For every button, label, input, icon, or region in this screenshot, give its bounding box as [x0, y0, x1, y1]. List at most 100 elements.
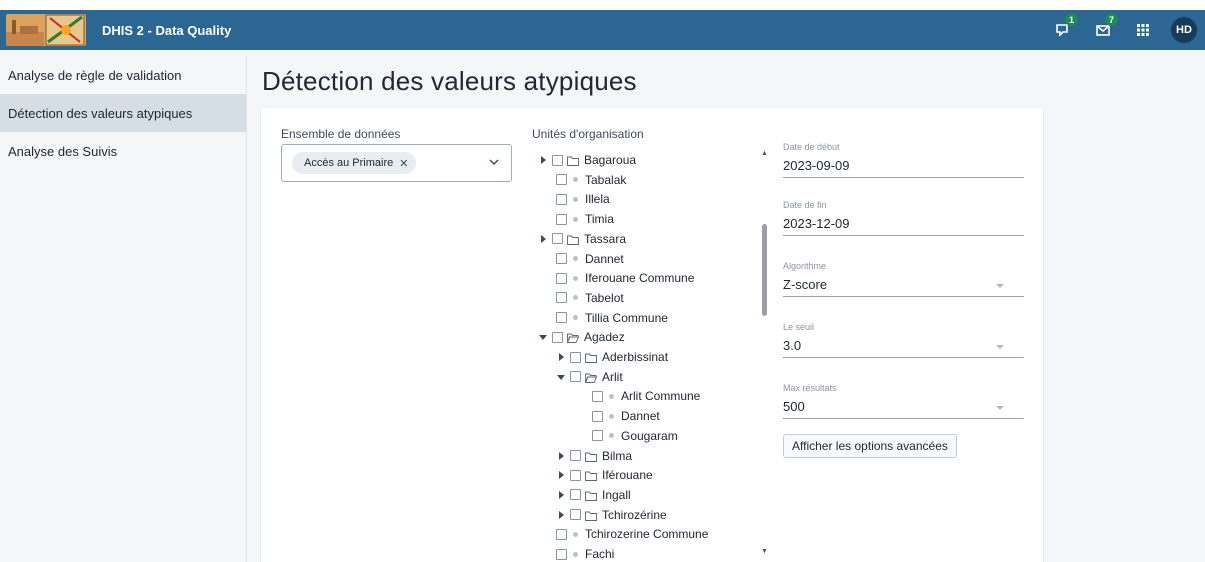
tree-item-checkbox[interactable]	[556, 272, 567, 284]
tree-item-checkbox[interactable]	[570, 450, 581, 461]
leaf-dot-icon	[573, 551, 578, 557]
tree-item-checkbox[interactable]	[570, 351, 581, 363]
tree-item-label: Timia	[585, 212, 614, 227]
tree-item-checkbox[interactable]	[552, 331, 563, 343]
app-logo[interactable]	[6, 14, 86, 46]
tree-item-checkbox[interactable]	[556, 312, 567, 324]
tree-item-checkbox[interactable]	[570, 469, 581, 481]
tree-item[interactable]: Tabelot	[556, 288, 624, 308]
tree-item-checkbox[interactable]	[592, 430, 603, 442]
tree-item-checkbox[interactable]	[556, 292, 567, 304]
tree-item[interactable]: Tchirozerine Commune	[556, 524, 708, 544]
tree-scrollbar[interactable]	[759, 148, 769, 558]
tree-item[interactable]: Tillia Commune	[556, 308, 668, 328]
leaf-dot-icon	[609, 393, 614, 399]
tree-item-checkbox[interactable]	[556, 548, 567, 560]
tree-item-checkbox[interactable]	[556, 253, 567, 264]
leaf-dot-icon	[573, 177, 578, 183]
sidebar-item-validation-rule-analysis[interactable]: Analyse de règle de validation	[0, 56, 246, 94]
user-avatar[interactable]: HD	[1171, 17, 1197, 43]
folder-icon	[567, 234, 579, 245]
leaf-dot-icon	[573, 256, 578, 261]
tree-item-checkbox[interactable]	[570, 489, 581, 501]
apps-menu-button[interactable]	[1123, 10, 1163, 50]
dataset-chip-label: Accès au Primaire	[304, 157, 394, 169]
tree-item[interactable]: Iferouane Commune	[556, 268, 694, 288]
tree-item-label: Tchirozérine	[602, 507, 667, 522]
interpretations-button[interactable]: 1	[1043, 10, 1083, 50]
tree-item[interactable]: Tassara	[538, 229, 626, 249]
tree-item-checkbox[interactable]	[592, 410, 603, 422]
tree-item-checkbox[interactable]	[556, 193, 567, 205]
tree-item-checkbox[interactable]	[552, 154, 563, 166]
tree-item-checkbox[interactable]	[592, 390, 603, 402]
caret-right-icon[interactable]	[556, 352, 566, 362]
tree-item[interactable]: Tabalak	[556, 170, 626, 190]
messages-badge: 7	[1105, 13, 1118, 26]
scrollbar-thumb[interactable]	[762, 224, 767, 316]
dropdown-arrow-icon	[996, 284, 1004, 288]
tree-item-label: Ingall	[602, 487, 631, 502]
threshold-select[interactable]: Le seuil 3.0	[783, 322, 1024, 358]
caret-right-icon[interactable]	[556, 510, 566, 520]
tree-item-label: Dannet	[621, 409, 660, 424]
end-date-field[interactable]: Date de fin 2023-12-09	[783, 200, 1024, 236]
tree-item[interactable]: Bilma	[556, 446, 632, 466]
page-title: Détection des valeurs atypiques	[262, 66, 637, 96]
caret-down-icon[interactable]	[556, 372, 566, 382]
dataset-select[interactable]: Accès au Primaire ✕	[281, 144, 512, 182]
chevron-down-icon	[489, 159, 499, 166]
tree-item-checkbox[interactable]	[556, 174, 567, 186]
scroll-up-icon[interactable]: ▲	[761, 150, 768, 157]
caret-down-icon[interactable]	[538, 332, 548, 342]
caret-right-icon[interactable]	[556, 490, 566, 500]
dropdown-arrow-icon	[996, 406, 1004, 410]
tree-item[interactable]: Iférouane	[556, 465, 653, 485]
caret-right-icon[interactable]	[538, 234, 548, 244]
leaf-dot-icon	[609, 413, 614, 419]
folder-icon	[585, 490, 597, 501]
tree-item[interactable]: Illela	[556, 189, 610, 209]
tree-item[interactable]: Timia	[556, 209, 614, 229]
tree-item-checkbox[interactable]	[570, 509, 581, 521]
leaf-dot-icon	[573, 216, 578, 222]
dropdown-arrow-icon	[996, 345, 1004, 349]
tree-item[interactable]: Gougaram	[592, 426, 678, 446]
end-date-label: Date de fin	[783, 200, 827, 210]
tree-item[interactable]: Agadez	[538, 327, 625, 347]
tree-item[interactable]: Ingall	[556, 485, 631, 505]
tree-item-checkbox[interactable]	[556, 213, 567, 225]
tree-item-checkbox[interactable]	[552, 233, 563, 245]
tree-item-label: Arlit Commune	[621, 389, 701, 404]
tree-item[interactable]: Arlit	[556, 367, 623, 387]
tree-item[interactable]: Aderbissinat	[556, 347, 668, 367]
messages-button[interactable]: 7	[1083, 10, 1123, 50]
tree-item-label: Iferouane Commune	[585, 271, 695, 286]
tree-item[interactable]: Fachi	[556, 544, 614, 562]
tree-item-checkbox[interactable]	[556, 528, 567, 540]
tree-item[interactable]: Tchirozérine	[556, 505, 667, 525]
caret-right-icon[interactable]	[556, 470, 566, 480]
caret-right-icon[interactable]	[556, 451, 566, 461]
sidebar-item-follow-up-analysis[interactable]: Analyse des Suivis	[0, 132, 246, 170]
algorithm-select[interactable]: Algorithme Z-score	[783, 261, 1024, 297]
max-results-label: Max résultats	[783, 383, 837, 393]
tree-item[interactable]: Dannet	[592, 406, 660, 426]
folder-open-icon	[566, 332, 580, 344]
algorithm-value: Z-score	[783, 277, 828, 292]
remove-chip-icon[interactable]: ✕	[399, 157, 408, 170]
sidebar-item-outlier-detection[interactable]: Détection des valeurs atypiques	[0, 94, 246, 132]
folder-icon	[585, 352, 597, 363]
show-advanced-options-button[interactable]: Afficher les options avancées	[783, 434, 957, 458]
tree-item-checkbox[interactable]	[570, 371, 581, 383]
caret-right-icon[interactable]	[538, 155, 548, 165]
leaf-dot-icon	[573, 275, 578, 281]
start-date-label: Date de début	[783, 142, 840, 152]
tree-item[interactable]: Arlit Commune	[592, 386, 700, 406]
tree-item[interactable]: Bagaroua	[538, 150, 636, 170]
tree-item[interactable]: Dannet	[556, 249, 624, 269]
scroll-down-icon[interactable]: ▼	[761, 548, 768, 555]
start-date-field[interactable]: Date de début 2023-09-09	[783, 142, 1024, 178]
tree-item-label: Illela	[585, 192, 610, 207]
max-results-select[interactable]: Max résultats 500	[783, 383, 1024, 419]
